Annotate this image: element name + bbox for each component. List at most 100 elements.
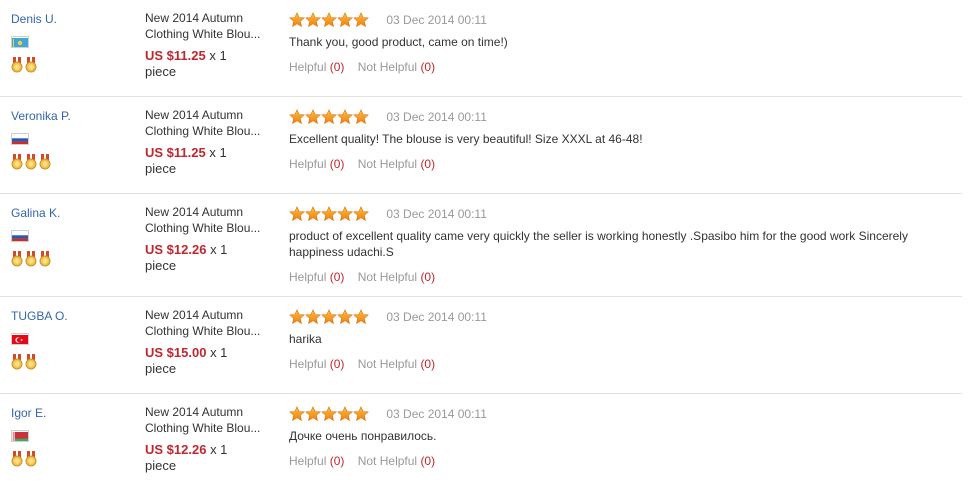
feedback-row: Galina K. New 2014 Autumn Clothing White… <box>0 194 962 297</box>
product-title-link[interactable]: New 2014 Autumn <box>145 404 267 420</box>
helpful-button[interactable]: Helpful (0) <box>289 357 344 371</box>
order-info: New 2014 Autumn Clothing White Blou... U… <box>145 107 270 177</box>
helpful-label: Helpful <box>289 60 327 74</box>
buyer-info: Denis U. <box>11 12 131 73</box>
quantity: x 1 <box>210 442 228 457</box>
flag-icon <box>11 36 29 48</box>
buyer-name-link[interactable]: TUGBA O. <box>11 309 131 323</box>
product-title-link[interactable]: New 2014 Autumn <box>145 107 267 123</box>
helpful-count: (0) <box>329 357 345 371</box>
not-helpful-button[interactable]: Not Helpful (0) <box>358 60 435 74</box>
quantity: x 1 <box>209 145 227 160</box>
not-helpful-count: (0) <box>420 157 436 171</box>
product-title-link[interactable]: New 2014 Autumn <box>145 307 267 323</box>
quantity: x 1 <box>209 48 227 63</box>
quantity: x 1 <box>210 242 228 257</box>
review-date: 03 Dec 2014 00:11 <box>386 310 487 324</box>
not-helpful-label: Not Helpful <box>357 270 418 284</box>
medal-icon <box>11 451 23 467</box>
review-text: Excellent quality! The blouse is very be… <box>289 132 643 146</box>
review-text: Thank you, good product, came on time!) <box>289 35 508 49</box>
star-icon <box>289 12 305 28</box>
price-value: US $12.26 <box>145 442 207 457</box>
price-value: US $11.25 <box>145 145 206 160</box>
product-title-link[interactable]: New 2014 Autumn <box>145 204 267 220</box>
star-icon <box>289 109 305 125</box>
buyer-name-link[interactable]: Igor E. <box>11 406 131 420</box>
not-helpful-button[interactable]: Not Helpful (0) <box>358 157 435 171</box>
product-title-link-line2[interactable]: Clothing White Blou... <box>145 26 267 42</box>
unit: piece <box>145 161 177 176</box>
order-info: New 2014 Autumn Clothing White Blou... U… <box>145 404 270 474</box>
order-price: US $11.25 x 1 piece <box>145 48 270 80</box>
star-icon <box>305 109 321 125</box>
star-icon <box>337 12 353 28</box>
buyer-name-link[interactable]: Veronika P. <box>11 109 131 123</box>
star-icon <box>353 109 369 125</box>
medal-icon <box>11 57 23 73</box>
not-helpful-label: Not Helpful <box>357 357 418 371</box>
helpful-count: (0) <box>329 454 345 468</box>
not-helpful-button[interactable]: Not Helpful (0) <box>358 454 435 468</box>
star-icon <box>353 206 369 222</box>
buyer-medals <box>11 451 131 467</box>
medal-icon <box>25 251 37 267</box>
product-title-link-line2[interactable]: Clothing White Blou... <box>145 123 267 139</box>
buyer-info: Galina K. <box>11 206 131 267</box>
helpful-label: Helpful <box>289 270 327 284</box>
review-date: 03 Dec 2014 00:11 <box>386 110 487 124</box>
helpful-button[interactable]: Helpful (0) <box>289 270 344 284</box>
order-info: New 2014 Autumn Clothing White Blou... U… <box>145 204 270 274</box>
helpful-label: Helpful <box>289 157 327 171</box>
medal-icon <box>39 251 51 267</box>
star-icon <box>353 406 369 422</box>
star-icon <box>305 12 321 28</box>
star-icon <box>337 309 353 325</box>
helpful-button[interactable]: Helpful (0) <box>289 454 344 468</box>
unit: piece <box>145 258 177 273</box>
medal-icon <box>11 154 23 170</box>
order-info: New 2014 Autumn Clothing White Blou... U… <box>145 307 270 377</box>
medal-icon <box>25 451 37 467</box>
star-icon <box>353 12 369 28</box>
flag-icon <box>11 230 29 242</box>
product-title-link[interactable]: New 2014 Autumn <box>145 10 267 26</box>
not-helpful-count: (0) <box>420 270 436 284</box>
review-content: 03 Dec 2014 00:11 Thank you, good produc… <box>289 12 949 74</box>
star-icon <box>305 206 321 222</box>
star-icon <box>289 406 305 422</box>
buyer-medals <box>11 354 131 370</box>
not-helpful-button[interactable]: Not Helpful (0) <box>358 270 435 284</box>
price-value: US $15.00 <box>145 345 207 360</box>
review-content: 03 Dec 2014 00:11 harika Helpful (0) Not… <box>289 309 949 371</box>
not-helpful-count: (0) <box>420 357 436 371</box>
medal-icon <box>11 354 23 370</box>
feedback-row: Veronika P. New 2014 Autumn Clothing Whi… <box>0 97 962 194</box>
review-text: product of excellent quality came very q… <box>289 229 908 259</box>
review-date: 03 Dec 2014 00:11 <box>386 13 487 27</box>
star-rating <box>289 206 369 222</box>
not-helpful-button[interactable]: Not Helpful (0) <box>358 357 435 371</box>
order-price: US $15.00 x 1 piece <box>145 345 270 377</box>
medal-icon <box>25 154 37 170</box>
buyer-info: Igor E. <box>11 406 131 467</box>
helpful-count: (0) <box>329 270 345 284</box>
product-title-link-line2[interactable]: Clothing White Blou... <box>145 323 267 339</box>
review-date: 03 Dec 2014 00:11 <box>386 407 487 421</box>
buyer-name-link[interactable]: Denis U. <box>11 12 131 26</box>
vote-bar: Helpful (0) Not Helpful (0) <box>289 270 949 284</box>
star-icon <box>337 206 353 222</box>
vote-bar: Helpful (0) Not Helpful (0) <box>289 454 949 468</box>
product-title-link-line2[interactable]: Clothing White Blou... <box>145 420 267 436</box>
helpful-label: Helpful <box>289 357 327 371</box>
star-rating <box>289 406 369 422</box>
price-value: US $11.25 <box>145 48 206 63</box>
helpful-button[interactable]: Helpful (0) <box>289 157 344 171</box>
product-title-link-line2[interactable]: Clothing White Blou... <box>145 220 267 236</box>
buyer-name-link[interactable]: Galina K. <box>11 206 131 220</box>
helpful-count: (0) <box>329 157 345 171</box>
helpful-button[interactable]: Helpful (0) <box>289 60 344 74</box>
feedback-list: Denis U. New 2014 Autumn Clothing White … <box>0 0 962 491</box>
unit: piece <box>145 361 177 376</box>
buyer-info: TUGBA O. <box>11 309 131 370</box>
